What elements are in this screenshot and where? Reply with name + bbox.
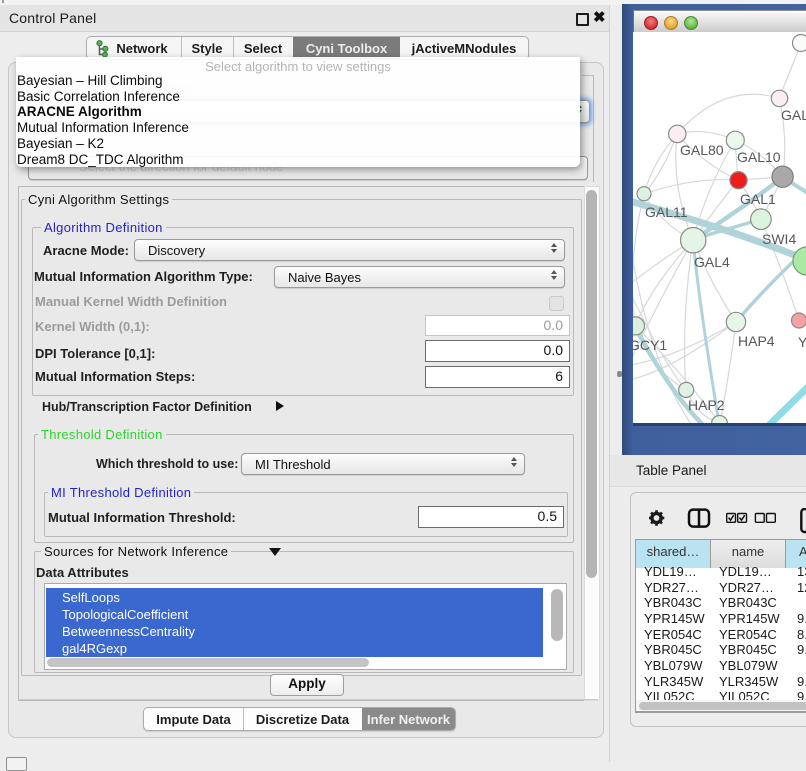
svg-text:HAP2: HAP2 [688, 397, 725, 413]
svg-text:YM: YM [798, 334, 806, 350]
svg-text:GAL4: GAL4 [694, 254, 730, 270]
svg-text:SWI4: SWI4 [762, 231, 796, 247]
svg-text:GAL1: GAL1 [740, 191, 776, 207]
svg-text:GAL2: GAL2 [781, 107, 806, 123]
svg-text:GAL10: GAL10 [737, 149, 781, 165]
svg-text:HAP4: HAP4 [738, 333, 775, 349]
svg-text:GCY1: GCY1 [633, 337, 667, 353]
svg-text:GAL80: GAL80 [680, 142, 724, 158]
svg-text:GAL11: GAL11 [645, 204, 688, 220]
